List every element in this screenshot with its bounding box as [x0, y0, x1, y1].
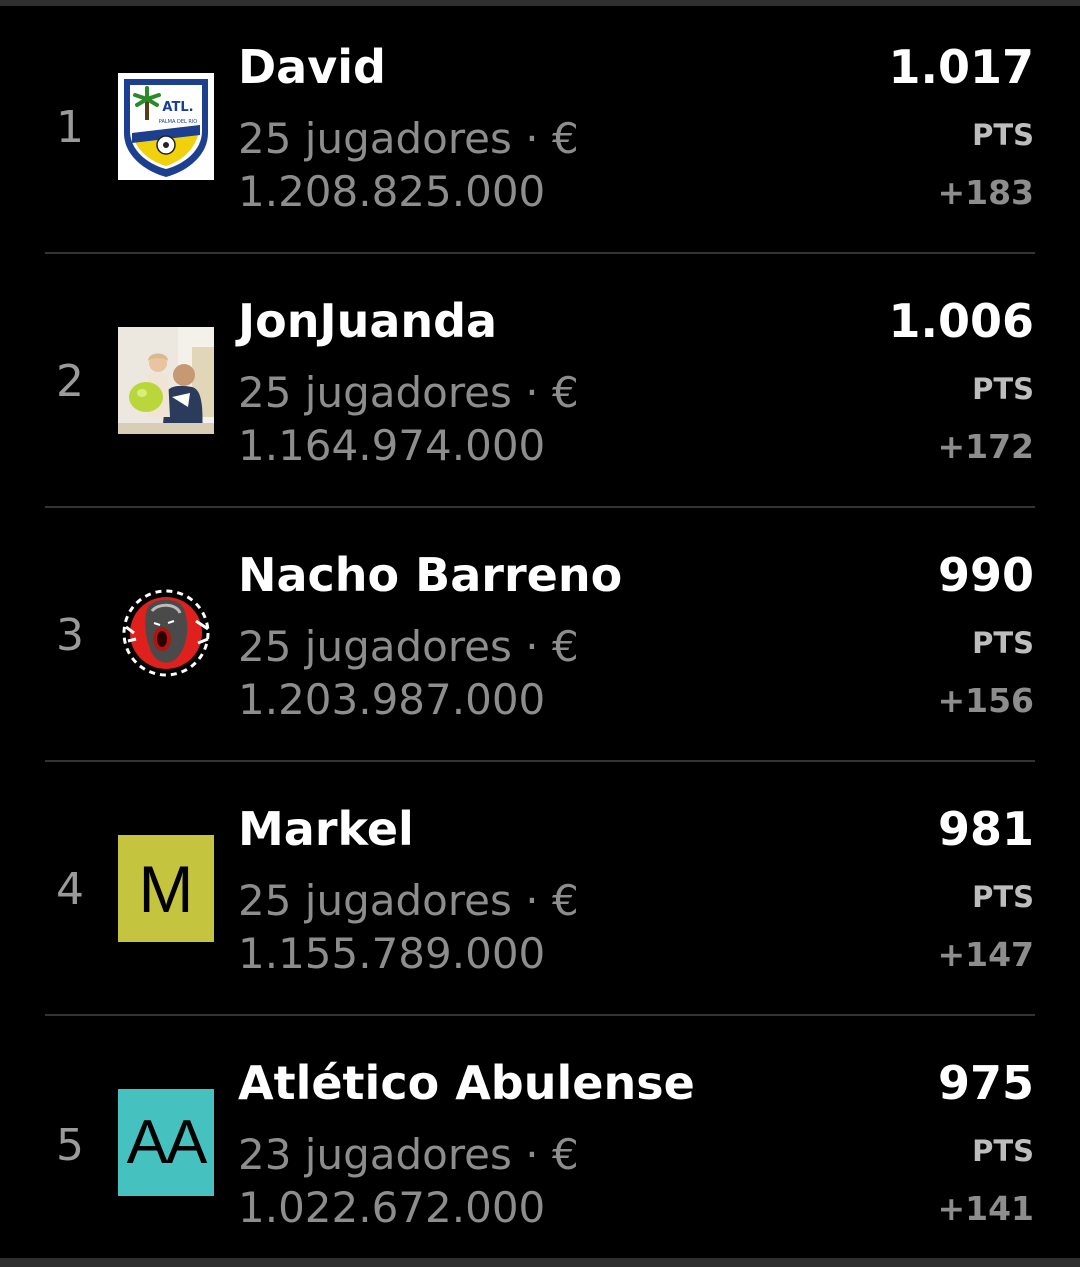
total-points: 990 — [937, 548, 1034, 602]
bottom-divider — [0, 1258, 1080, 1267]
squad-summary: 25 jugadores · € — [238, 368, 579, 417]
rank-number: 1 — [56, 102, 84, 153]
user-photo-icon — [118, 327, 214, 434]
squad-value: 1.155.789.000 — [238, 929, 546, 978]
standings-list: 1 ATL. PALMA DEL RIO David 25 jugadores … — [0, 0, 1080, 1267]
total-points: 981 — [937, 802, 1034, 856]
points-unit-label: PTS — [972, 372, 1034, 406]
squad-summary: 25 jugadores · € — [238, 876, 579, 925]
avatar-initials: M — [138, 851, 194, 926]
initials-avatar-icon: AA — [118, 1089, 214, 1196]
rank-number: 2 — [56, 356, 84, 407]
user-photo-graphic — [118, 327, 214, 434]
manager-name: David — [238, 40, 386, 94]
manager-name: Atlético Abulense — [238, 1056, 695, 1110]
points-unit-label: PTS — [972, 880, 1034, 914]
manager-name: Nacho Barreno — [238, 548, 623, 602]
points-delta: +172 — [937, 427, 1034, 466]
standings-row[interactable]: 2 JonJuanda 25 jugadores · € 1.164.974.0… — [0, 254, 1080, 508]
squad-summary: 25 jugadores · € — [238, 114, 579, 163]
total-points: 1.017 — [888, 40, 1034, 94]
standings-row[interactable]: 4 M Markel 25 jugadores · € 1.155.789.00… — [0, 762, 1080, 1016]
rank-number: 4 — [56, 864, 84, 915]
standings-row[interactable]: 3 Nacho Barreno 25 jugadores · € 1.203.9… — [0, 508, 1080, 762]
points-delta: +147 — [937, 935, 1034, 974]
squad-value: 1.208.825.000 — [238, 167, 546, 216]
points-delta: +156 — [937, 681, 1034, 720]
crest-subtext: PALMA DEL RIO — [159, 119, 198, 125]
rank-number: 5 — [56, 1120, 84, 1171]
screaming-face-logo-icon — [118, 581, 214, 688]
manager-name: JonJuanda — [238, 294, 498, 348]
club-crest-icon: ATL. PALMA DEL RIO — [118, 73, 214, 180]
squad-value: 1.022.672.000 — [238, 1183, 546, 1232]
standings-row[interactable]: 5 AA Atlético Abulense 23 jugadores · € … — [0, 1016, 1080, 1258]
points-delta: +183 — [937, 173, 1034, 212]
points-unit-label: PTS — [972, 626, 1034, 660]
avatar-initials: AA — [126, 1107, 208, 1177]
screaming-face-graphic — [118, 581, 214, 688]
total-points: 975 — [937, 1056, 1034, 1110]
initials-avatar-icon: M — [118, 835, 214, 942]
rank-number: 3 — [56, 610, 84, 661]
points-unit-label: PTS — [972, 1134, 1034, 1168]
standings-row[interactable]: 1 ATL. PALMA DEL RIO David 25 jugadores … — [0, 0, 1080, 254]
crest-text: ATL. — [162, 100, 193, 115]
squad-summary: 23 jugadores · € — [238, 1130, 579, 1179]
total-points: 1.006 — [888, 294, 1034, 348]
squad-value: 1.164.974.000 — [238, 421, 546, 470]
club-crest-graphic: ATL. PALMA DEL RIO — [118, 73, 214, 180]
manager-name: Markel — [238, 802, 414, 856]
squad-value: 1.203.987.000 — [238, 675, 546, 724]
points-unit-label: PTS — [972, 118, 1034, 152]
squad-summary: 25 jugadores · € — [238, 622, 579, 671]
points-delta: +141 — [937, 1189, 1034, 1228]
